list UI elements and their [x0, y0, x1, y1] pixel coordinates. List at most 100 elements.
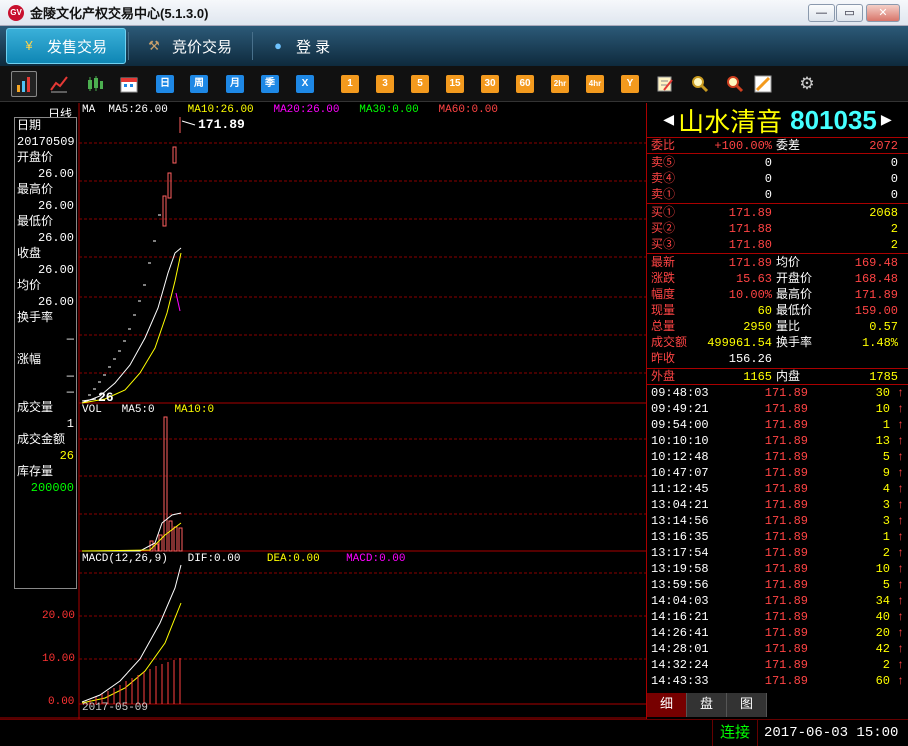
stats-row: 昨收 156.26 [651, 352, 772, 366]
tick-price: 171.89 [764, 482, 808, 496]
zoom-in-icon[interactable] [691, 75, 709, 93]
tick-price: 171.89 [764, 642, 808, 656]
ma60-label: MA60:0.00 [438, 104, 498, 116]
macd-label: MACD(12,26,9) [82, 553, 168, 565]
info-change-value-2: — [66, 385, 74, 399]
neipan-value: 1785 [869, 370, 898, 384]
calendar-icon[interactable] [120, 75, 138, 93]
tab-label: 竞价交易 [172, 38, 233, 56]
tick-row: 14:16:21 171.89 40 ↑ [647, 609, 908, 625]
hour-4-button[interactable]: 4hr [586, 75, 604, 93]
tick-volume: 1 [882, 530, 890, 544]
tick-row: 13:14:56 171.89 3 ↑ [647, 513, 908, 529]
minute-3-button[interactable]: 3 [376, 75, 394, 93]
period-x-button[interactable]: X [296, 75, 314, 93]
tick-row: 09:48:03 171.89 30 ↑ [647, 385, 908, 401]
vol-legend: VOL MA5:0 MA10:0 [82, 404, 214, 416]
macd-axis-10: 10.00 [42, 653, 76, 665]
waipan-value: 1165 [743, 370, 772, 384]
tick-volume: 40 [875, 610, 890, 624]
ma30-label: MA30:0.00 [359, 104, 419, 116]
tick-row: 11:12:45 171.89 4 ↑ [647, 481, 908, 497]
tick-list[interactable]: 09:48:03 171.89 30 ↑ 09:49:21 171.89 10 ↑ 09:54:… [647, 384, 908, 689]
vol-ma5-label: MA5:0 [121, 404, 155, 416]
status-bar: 连接 2017-06-03 15:00 [0, 719, 908, 746]
maximize-button[interactable]: ▭ [836, 4, 863, 22]
draw-line-icon[interactable] [754, 75, 772, 93]
tick-price: 171.89 [764, 658, 808, 672]
window-title: 金陵文化产权交易中心(5.1.3.0) [30, 6, 209, 21]
stats-row: 幅度 10.00% 最高价 171.89 [651, 288, 898, 302]
tick-time: 09:48:03 [651, 386, 709, 400]
tab-sale-trading[interactable]: ¥ 发售交易 [6, 28, 126, 64]
tick-row: 13:17:54 171.89 2 ↑ [647, 545, 908, 561]
info-low-label: 最低价 [17, 215, 54, 229]
gavel-icon: ⚒ [148, 38, 160, 53]
weicha-label: 委差 [776, 139, 801, 153]
tick-volume: 9 [882, 466, 890, 480]
vol-ma10-label: MA10:0 [174, 404, 215, 416]
stock-code: 801035 [790, 104, 877, 135]
tick-row: 14:04:03 171.89 34 ↑ [647, 593, 908, 609]
bid-row: 买① 171.89 2068 [651, 206, 898, 220]
tick-row: 14:32:24 171.89 2 ↑ [647, 657, 908, 673]
macd-axis-20: 20.00 [42, 610, 76, 622]
tab-bid-trading[interactable]: ⚒ 竞价交易 [132, 28, 252, 64]
period-month-button[interactable]: 月 [226, 75, 244, 93]
tab-chart[interactable]: 图 [727, 693, 767, 717]
next-stock-arrow-icon[interactable]: ▶ [881, 109, 892, 131]
tick-volume: 4 [882, 482, 890, 496]
minute-60-button[interactable]: 60 [516, 75, 534, 93]
tick-time: 14:26:41 [651, 626, 709, 640]
info-volume-label: 成交量 [17, 401, 54, 415]
kline-chart[interactable]: 日线 MA MA5:26.00 MA10:26.00 MA20:26.00 MA… [0, 103, 646, 719]
tick-time: 14:04:03 [651, 594, 709, 608]
start-date-label: 2017-05-09 [82, 702, 149, 714]
tick-time: 14:28:01 [651, 642, 709, 656]
macd-value-label: MACD:0.00 [346, 553, 406, 565]
ma10-label: MA10:26.00 [187, 104, 254, 116]
line-chart-icon[interactable] [50, 75, 68, 93]
candlestick-icon[interactable] [86, 75, 104, 93]
tick-volume: 3 [882, 498, 890, 512]
tick-volume: 10 [875, 562, 890, 576]
bid-section: 买① 171.89 2068 买② 171.88 2 买③ 171.80 2 [647, 203, 908, 253]
minute-1-button[interactable]: 1 [341, 75, 359, 93]
waipan-label: 外盘 [651, 370, 676, 384]
minute-5-button[interactable]: 5 [411, 75, 429, 93]
minute-15-button[interactable]: 15 [446, 75, 464, 93]
tab-detail[interactable]: 细 [647, 693, 687, 717]
ma-label: MA [82, 104, 96, 116]
prev-stock-arrow-icon[interactable]: ◀ [663, 109, 674, 131]
year-button[interactable]: Y [621, 75, 639, 93]
info-avg-value: 26.00 [37, 295, 74, 309]
info-avg-label: 均价 [17, 279, 42, 293]
edit-note-icon[interactable] [656, 75, 674, 93]
period-quarter-button[interactable]: 季 [261, 75, 279, 93]
tab-login[interactable]: ● 登 录 [256, 28, 366, 64]
period-week-button[interactable]: 周 [190, 75, 208, 93]
ma5-label: MA5:26.00 [108, 104, 168, 116]
tab-book[interactable]: 盘 [687, 693, 727, 717]
zoom-out-icon[interactable] [726, 75, 744, 93]
bar-chart-icon[interactable] [11, 71, 37, 97]
up-arrow-icon: ↑ [896, 626, 904, 640]
close-button[interactable]: ✕ [866, 4, 900, 22]
title-bar: GV 金陵文化产权交易中心(5.1.3.0) — ▭ ✕ [0, 0, 908, 26]
hour-2-button[interactable]: 2hr [551, 75, 569, 93]
settings-gear-icon[interactable]: ⚙ [798, 75, 816, 93]
tick-price: 171.89 [764, 674, 808, 688]
stats-row: 最新 171.89 均价 169.48 [651, 256, 898, 270]
period-day-button[interactable]: 日 [156, 75, 174, 93]
info-date-value: 20170509 [17, 135, 75, 149]
tick-row: 14:28:01 171.89 42 ↑ [647, 641, 908, 657]
tick-row: 13:16:35 171.89 1 ↑ [647, 529, 908, 545]
tick-volume: 3 [882, 514, 890, 528]
info-change-label: 涨幅 [17, 353, 42, 367]
quote-panel: ◀ 山水清音 801035 ▶ 委比 +100.00% 委差 2072 卖⑤ 0 0… [646, 103, 908, 719]
nav-divider [252, 32, 253, 60]
tick-price: 171.89 [764, 434, 808, 448]
minute-30-button[interactable]: 30 [481, 75, 499, 93]
minimize-button[interactable]: — [808, 4, 835, 22]
info-turnover-value: — [66, 332, 74, 346]
